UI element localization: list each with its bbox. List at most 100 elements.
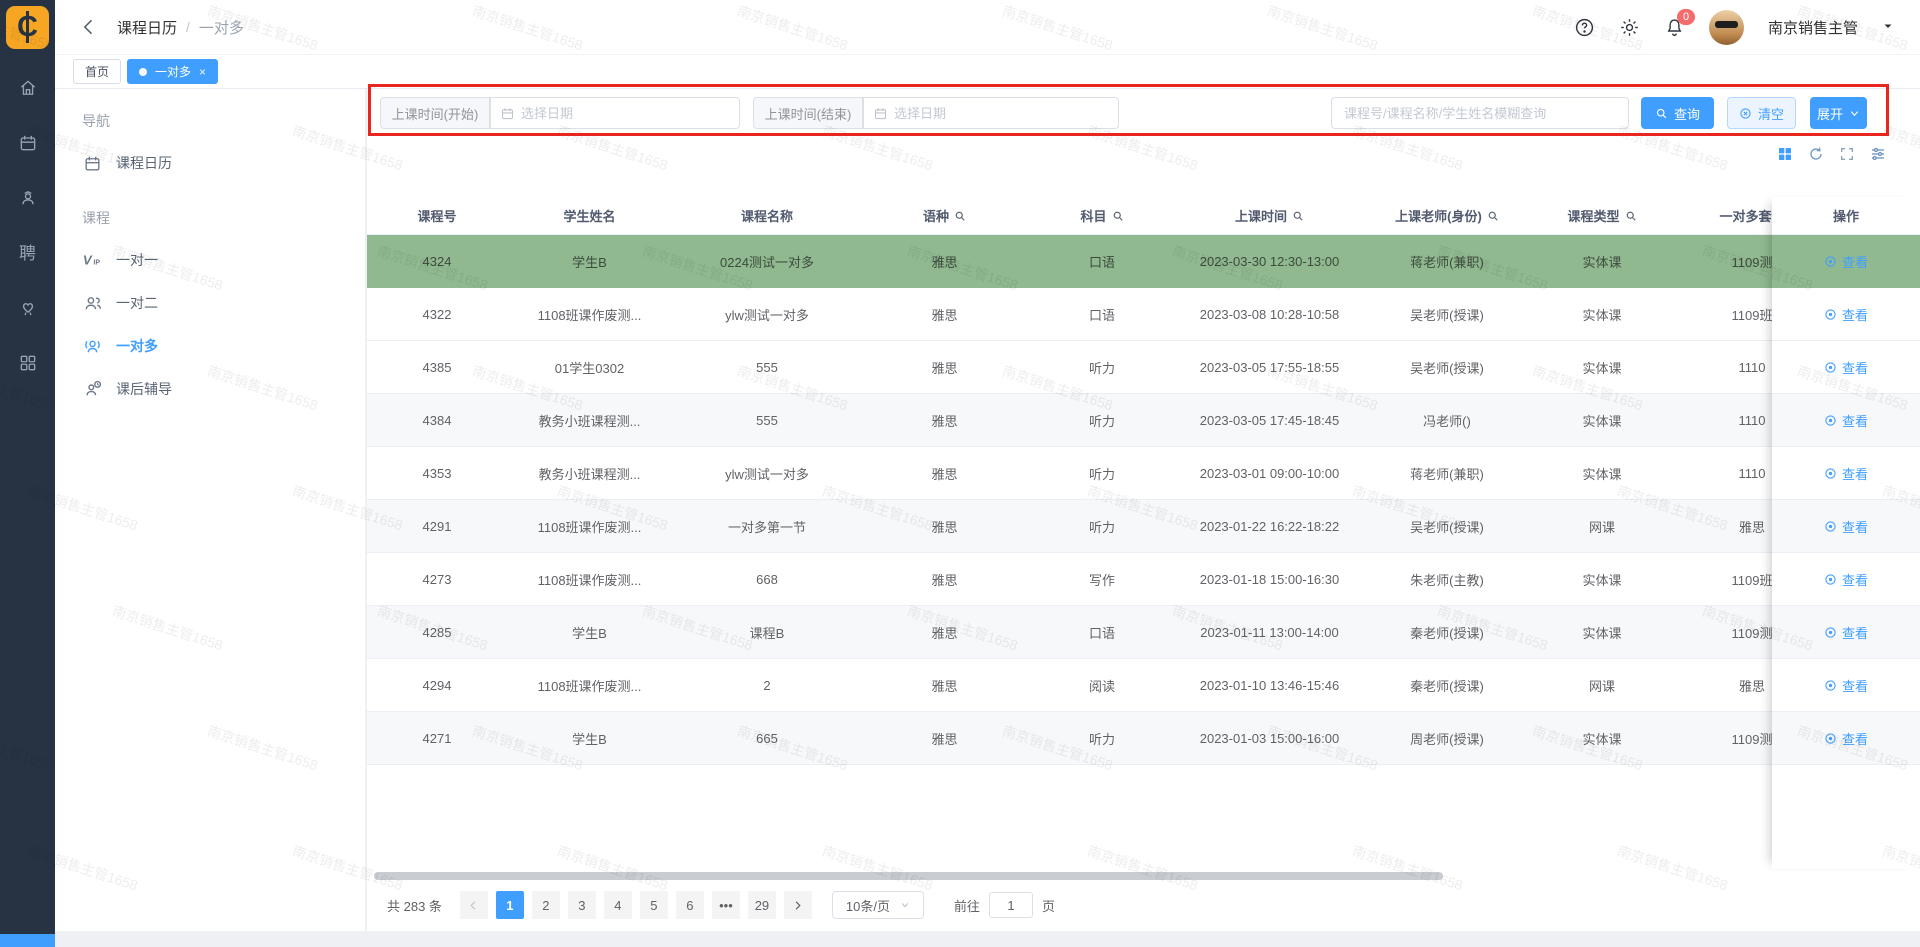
eye-icon: [1824, 732, 1837, 745]
table-cell: 吴老师(授课): [1362, 341, 1532, 393]
page-button-2[interactable]: 2: [532, 891, 560, 919]
breadcrumb-section[interactable]: 课程日历: [117, 17, 177, 38]
calendar-icon[interactable]: [17, 132, 39, 154]
user-name[interactable]: 南京销售主管: [1768, 17, 1858, 38]
table-cell: 雅思: [862, 712, 1027, 764]
next-page-button[interactable]: [784, 891, 812, 919]
grid-view-icon[interactable]: [1776, 145, 1793, 162]
table-row[interactable]: 43221108班课作废测...ylw测试一对多雅思口语2023-03-08 1…: [367, 288, 1920, 341]
keyword-search-input[interactable]: [1332, 98, 1628, 128]
app-logo[interactable]: C: [0, 0, 55, 55]
table-row[interactable]: 4324学生B0224测试一对多雅思口语2023-03-30 12:30-13:…: [367, 235, 1920, 288]
eye-icon: [1824, 679, 1837, 692]
user-dropdown-caret-icon[interactable]: [1882, 20, 1894, 35]
eye-icon: [1824, 414, 1837, 427]
view-link[interactable]: 查看: [1772, 606, 1920, 659]
table-row[interactable]: 438501学生0302555雅思听力2023-03-05 17:55-18:5…: [367, 341, 1920, 394]
table-cell: 听力: [1027, 341, 1177, 393]
table-cell: 阅读: [1027, 659, 1177, 711]
column-search-icon[interactable]: [954, 210, 966, 222]
sidebar-item-people[interactable]: 一对二: [82, 292, 365, 314]
sidebar-item-multi[interactable]: 一对多: [82, 335, 365, 357]
calendar-icon: [82, 153, 103, 174]
table-cell: 1108班课作废测...: [507, 288, 672, 340]
table-cell: 听力: [1027, 500, 1177, 552]
table-cell: 01学生0302: [507, 341, 672, 393]
table-row[interactable]: 42731108班课作废测...668雅思写作2023-01-18 15:00-…: [367, 553, 1920, 606]
help-icon[interactable]: [1574, 17, 1595, 38]
eye-icon: [1824, 361, 1837, 374]
refresh-icon[interactable]: [1807, 145, 1824, 162]
sidebar-item-tutor[interactable]: 课后辅导: [82, 378, 365, 400]
column-search-icon[interactable]: [1625, 210, 1637, 222]
view-link[interactable]: 查看: [1772, 553, 1920, 606]
prev-page-button[interactable]: [460, 891, 488, 919]
table-row[interactable]: 42911108班课作废测...一对多第一节雅思听力2023-01-22 16:…: [367, 500, 1920, 553]
expand-button[interactable]: 展开: [1810, 97, 1867, 129]
view-link[interactable]: 查看: [1772, 235, 1920, 288]
horizontal-scrollbar[interactable]: [374, 872, 1443, 880]
view-link[interactable]: 查看: [1772, 447, 1920, 500]
table-cell: 教务小班课程测...: [507, 394, 672, 446]
start-date-input[interactable]: [491, 98, 739, 128]
page-button-6[interactable]: 6: [676, 891, 704, 919]
page-button-3[interactable]: 3: [568, 891, 596, 919]
table-cell: 实体课: [1532, 712, 1672, 764]
table-cell: 雅思: [862, 394, 1027, 446]
column-filter-icon[interactable]: [1869, 145, 1886, 162]
table-row[interactable]: 42941108班课作废测...2雅思阅读2023-01-10 13:46-15…: [367, 659, 1920, 712]
end-date-picker[interactable]: [863, 97, 1119, 129]
end-date-input[interactable]: [864, 98, 1118, 128]
home-icon[interactable]: [17, 77, 39, 99]
view-link[interactable]: 查看: [1772, 659, 1920, 712]
start-date-picker[interactable]: [490, 97, 740, 129]
tab-home[interactable]: 首页: [73, 59, 121, 84]
tab-close-icon[interactable]: ×: [199, 65, 206, 79]
tab-one-to-many[interactable]: 一对多 ×: [127, 59, 218, 84]
page-ellipsis[interactable]: •••: [712, 891, 740, 919]
view-link[interactable]: 查看: [1772, 394, 1920, 447]
keyword-search-field[interactable]: [1331, 97, 1629, 129]
user-avatar[interactable]: [1709, 10, 1744, 45]
view-link[interactable]: 查看: [1772, 341, 1920, 394]
view-link[interactable]: 查看: [1772, 712, 1920, 765]
recruit-glyph-icon[interactable]: 聘: [17, 242, 39, 264]
page-size-select[interactable]: 10条/页: [832, 891, 924, 919]
topbar: 课程日历 / 一对多 0 南京销售主管: [55, 0, 1920, 55]
table-row[interactable]: 4353教务小班课程测...ylw测试一对多雅思听力2023-03-01 09:…: [367, 447, 1920, 500]
table-cell: 4285: [367, 606, 507, 658]
column-search-icon[interactable]: [1292, 210, 1304, 222]
column-search-icon[interactable]: [1487, 210, 1499, 222]
view-link[interactable]: 查看: [1772, 500, 1920, 553]
back-button[interactable]: [79, 17, 99, 37]
table-cell: 周老师(授课): [1362, 712, 1532, 764]
fullscreen-icon[interactable]: [1838, 145, 1855, 162]
page-button-29[interactable]: 29: [748, 891, 776, 919]
goto-page-input[interactable]: [989, 892, 1033, 918]
heart-icon[interactable]: [17, 297, 39, 319]
notification-bell-icon[interactable]: 0: [1664, 17, 1685, 38]
table-row[interactable]: 4384教务小班课程测...555雅思听力2023-03-05 17:45-18…: [367, 394, 1920, 447]
page-button-4[interactable]: 4: [604, 891, 632, 919]
table-cell: 写作: [1027, 553, 1177, 605]
table-row[interactable]: 4285学生B课程B雅思口语2023-01-11 13:00-14:00秦老师(…: [367, 606, 1920, 659]
expand-button-label: 展开: [1817, 104, 1843, 123]
sidebar-item-label: 一对一: [116, 250, 158, 270]
notification-badge: 0: [1677, 9, 1695, 25]
table-row[interactable]: 4271学生B665雅思听力2023-01-03 15:00-16:00周老师(…: [367, 712, 1920, 765]
table-cell: 吴老师(授课): [1362, 500, 1532, 552]
table-cell: 4322: [367, 288, 507, 340]
search-button[interactable]: 查询: [1641, 97, 1714, 129]
page-button-5[interactable]: 5: [640, 891, 668, 919]
view-link[interactable]: 查看: [1772, 288, 1920, 341]
sidebar-item-vip[interactable]: VIP一对一: [82, 249, 365, 271]
table-cell: 听力: [1027, 447, 1177, 499]
table-cell: 蒋老师(兼职): [1362, 447, 1532, 499]
page-button-1[interactable]: 1: [496, 891, 524, 919]
settings-gear-icon[interactable]: [1619, 17, 1640, 38]
column-search-icon[interactable]: [1112, 210, 1124, 222]
sidebar-item-calendar[interactable]: 课程日历: [82, 152, 365, 174]
teacher-icon[interactable]: [17, 187, 39, 209]
apps-grid-icon[interactable]: [17, 352, 39, 374]
clear-button[interactable]: 清空: [1727, 97, 1796, 129]
